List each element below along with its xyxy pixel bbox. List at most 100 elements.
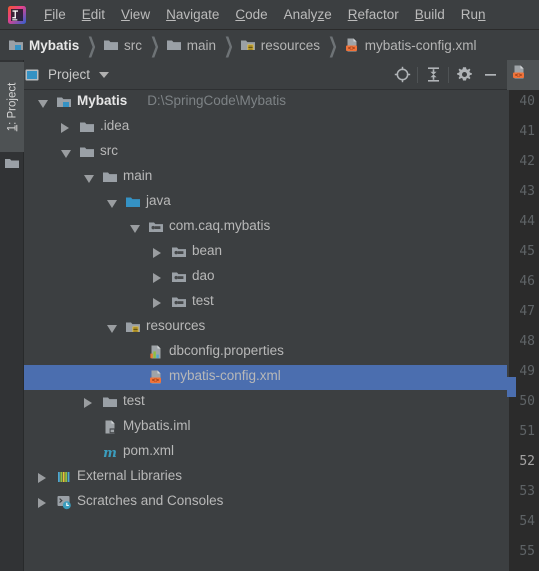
breadcrumb-item-file[interactable]: <> mybatis-config.xml bbox=[344, 37, 477, 53]
expand-arrow-closed-icon[interactable] bbox=[153, 298, 161, 308]
toolbar-divider bbox=[417, 66, 418, 83]
breadcrumb-item-main[interactable]: main bbox=[166, 37, 216, 53]
line-number: 41 bbox=[519, 124, 535, 139]
breadcrumb: Mybatis ❯ src ❯ main ❯ resources ❯ <> my… bbox=[0, 30, 539, 60]
libraries-icon bbox=[56, 469, 72, 485]
folder-icon bbox=[102, 169, 118, 185]
package-icon bbox=[171, 269, 187, 285]
tool-stripe-label: 1: Project bbox=[6, 82, 18, 132]
line-number: 44 bbox=[519, 214, 535, 229]
expand-arrow-open-icon[interactable] bbox=[107, 325, 117, 333]
line-number: 40 bbox=[519, 94, 535, 109]
sidebar-item-project[interactable]: 1: Project bbox=[0, 62, 24, 152]
tool-window-header: Project bbox=[24, 60, 507, 90]
editor-gutter[interactable]: 40 41 42 43 44 45 46 47 48 49 50 51 52 53 54 55 bbox=[507, 90, 539, 571]
line-number: 51 bbox=[519, 424, 535, 439]
editor-area: <> 40 41 42 43 44 45 46 47 48 49 50 51 52 53 54 55 bbox=[507, 60, 539, 571]
tree-node-label: com.caq.mybatis bbox=[169, 218, 271, 233]
line-number: 45 bbox=[519, 244, 535, 259]
menu-view[interactable]: View bbox=[113, 0, 158, 30]
menu-navigate[interactable]: Navigate bbox=[158, 0, 227, 30]
breadcrumb-item-resources[interactable]: resources bbox=[240, 37, 320, 53]
folder-icon bbox=[166, 37, 182, 53]
menu-bar: File Edit View Navigate Code Analyze Ref… bbox=[0, 0, 539, 30]
editor-tab-mybatis-config[interactable]: <> bbox=[507, 60, 539, 90]
svg-text:<>: <> bbox=[515, 72, 523, 79]
line-number: 42 bbox=[519, 154, 535, 169]
expand-arrow-open-icon[interactable] bbox=[38, 100, 48, 108]
tree-node[interactable]: bean bbox=[24, 240, 507, 265]
folder-icon bbox=[103, 37, 119, 53]
tree-node-label: mybatis-config.xml bbox=[169, 368, 281, 383]
tree-node[interactable]: test bbox=[24, 390, 507, 415]
tree-node[interactable]: m pom.xml bbox=[24, 440, 507, 465]
tree-node[interactable]: test bbox=[24, 290, 507, 315]
tree-node[interactable]: <> mybatis-config.xml bbox=[24, 365, 507, 390]
tree-node[interactable]: .idea bbox=[24, 115, 507, 140]
expand-arrow-open-icon[interactable] bbox=[61, 150, 71, 158]
expand-arrow-closed-icon[interactable] bbox=[153, 273, 161, 283]
tree-node-label: src bbox=[100, 143, 118, 158]
menu-analyze[interactable]: Analyze bbox=[276, 0, 340, 30]
tree-node[interactable]: External Libraries bbox=[24, 465, 507, 490]
menu-code[interactable]: Code bbox=[227, 0, 275, 30]
gear-icon[interactable] bbox=[451, 62, 477, 88]
tree-node[interactable]: src bbox=[24, 140, 507, 165]
expand-arrow-open-icon[interactable] bbox=[107, 200, 117, 208]
tree-node[interactable]: Mybatis.iml bbox=[24, 415, 507, 440]
breadcrumb-separator-icon: ❯ bbox=[223, 32, 234, 57]
expand-arrow-open-icon[interactable] bbox=[84, 175, 94, 183]
select-opened-file-icon[interactable] bbox=[389, 62, 415, 88]
breadcrumb-item-src[interactable]: src bbox=[103, 37, 142, 53]
xml-file-icon: <> bbox=[344, 37, 360, 53]
expand-arrow-closed-icon[interactable] bbox=[38, 498, 46, 508]
menu-refactor[interactable]: Refactor bbox=[340, 0, 407, 30]
expand-arrow-closed-icon[interactable] bbox=[61, 123, 69, 133]
breadcrumb-separator-icon: ❯ bbox=[327, 32, 338, 57]
tree-node[interactable]: main bbox=[24, 165, 507, 190]
breadcrumb-label: mybatis-config.xml bbox=[364, 37, 477, 53]
menu-edit[interactable]: Edit bbox=[74, 0, 113, 30]
line-number: 55 bbox=[519, 544, 535, 559]
resources-folder-icon bbox=[240, 37, 256, 53]
breadcrumb-separator-icon: ❯ bbox=[149, 32, 160, 57]
tree-node-label: External Libraries bbox=[77, 468, 183, 483]
breadcrumb-label: main bbox=[186, 37, 216, 53]
resources-folder-icon bbox=[125, 319, 141, 335]
expand-arrow-open-icon[interactable] bbox=[130, 225, 140, 233]
hide-icon[interactable] bbox=[477, 62, 503, 88]
tree-node[interactable]: java bbox=[24, 190, 507, 215]
package-icon bbox=[148, 219, 164, 235]
line-number: 53 bbox=[519, 484, 535, 499]
tree-node[interactable]: dao bbox=[24, 265, 507, 290]
folder-icon[interactable] bbox=[4, 155, 20, 171]
chevron-down-icon[interactable] bbox=[99, 71, 110, 78]
collapse-all-icon[interactable] bbox=[420, 62, 446, 88]
tree-node-label: Scratches and Consoles bbox=[77, 493, 224, 508]
module-folder-icon bbox=[56, 94, 72, 110]
source-root-icon bbox=[125, 194, 141, 210]
expand-arrow-closed-icon[interactable] bbox=[153, 248, 161, 258]
tree-node[interactable]: resources bbox=[24, 315, 507, 340]
tree-node[interactable]: Mybatis D:\SpringCode\Mybatis bbox=[24, 90, 507, 115]
breadcrumb-label: resources bbox=[260, 37, 321, 53]
module-folder-icon bbox=[8, 37, 24, 53]
properties-file-icon bbox=[148, 344, 164, 360]
menu-file[interactable]: File bbox=[36, 0, 74, 30]
menu-build[interactable]: Build bbox=[407, 0, 453, 30]
package-icon bbox=[171, 294, 187, 310]
line-number: 49 bbox=[519, 364, 535, 379]
breadcrumb-item-project[interactable]: Mybatis bbox=[8, 37, 79, 53]
xml-file-icon: <> bbox=[148, 369, 164, 385]
project-tree[interactable]: Mybatis D:\SpringCode\Mybatis .idea src main… bbox=[24, 90, 507, 571]
tree-node[interactable]: com.caq.mybatis bbox=[24, 215, 507, 240]
tree-node-label: test bbox=[192, 293, 214, 308]
menu-run[interactable]: Run bbox=[453, 0, 494, 30]
tree-node[interactable]: dbconfig.properties bbox=[24, 340, 507, 365]
tree-node-label: dbconfig.properties bbox=[169, 343, 284, 358]
breadcrumb-label: src bbox=[124, 37, 142, 53]
folder-icon bbox=[79, 119, 95, 135]
expand-arrow-closed-icon[interactable] bbox=[38, 473, 46, 483]
expand-arrow-closed-icon[interactable] bbox=[84, 398, 92, 408]
tree-node[interactable]: Scratches and Consoles bbox=[24, 490, 507, 515]
